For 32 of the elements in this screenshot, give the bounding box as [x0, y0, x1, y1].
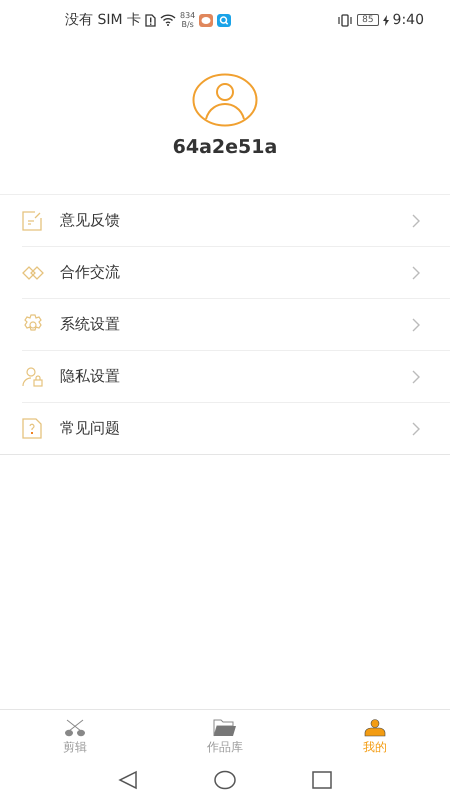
scissors-icon: [64, 719, 86, 737]
wifi-icon: [160, 14, 176, 26]
charging-icon: [382, 14, 389, 26]
vibrate-icon: [337, 14, 354, 26]
question-file-icon: [22, 418, 42, 439]
chevron-right-icon: [412, 266, 420, 280]
chevron-right-icon: [412, 214, 420, 228]
sim-alert-icon: [145, 14, 156, 26]
chevron-right-icon: [412, 370, 420, 384]
handshake-icon: [22, 266, 44, 280]
network-speed-unit: B/s: [181, 20, 194, 29]
search-app-icon: [217, 14, 232, 26]
menu-item[interactable]: 意见反馈: [22, 195, 450, 247]
username: 64a2e51a: [172, 136, 278, 158]
folder-icon: [213, 719, 237, 737]
carrier-text: 没有 SIM 卡: [65, 11, 141, 29]
menu-item[interactable]: 系统设置: [22, 299, 450, 351]
network-speed-value: 834: [180, 11, 196, 20]
recent-apps-icon[interactable]: [312, 771, 332, 789]
clock-time: 9:40: [392, 12, 424, 28]
menu-item[interactable]: 合作交流: [22, 247, 450, 299]
chevron-right-icon: [412, 422, 420, 436]
menu-item[interactable]: 隐私设置: [22, 351, 450, 403]
menu-item[interactable]: 常见问题: [22, 403, 450, 454]
home-icon[interactable]: [214, 770, 236, 790]
battery-level: 85: [357, 14, 379, 26]
user-lock-icon: [22, 366, 44, 386]
chevron-right-icon: [412, 318, 420, 332]
message-app-icon: [199, 14, 214, 26]
edit-note-icon: [22, 210, 42, 230]
back-icon[interactable]: [118, 770, 138, 790]
person-icon: [364, 719, 386, 737]
